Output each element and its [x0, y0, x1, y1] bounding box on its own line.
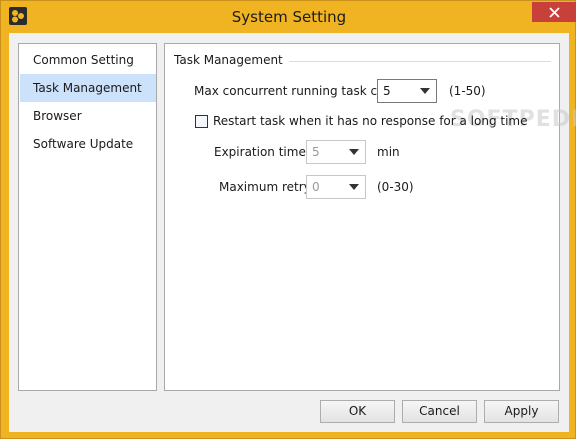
close-icon: [549, 6, 560, 18]
expiration-dropdown[interactable]: 5: [306, 140, 366, 164]
title-bar[interactable]: System Setting: [1, 1, 576, 33]
settings-category-list: Common Setting Task Management Browser S…: [18, 43, 157, 391]
expiration-unit: min: [377, 145, 400, 159]
close-button[interactable]: [532, 2, 576, 22]
chevron-down-icon: [349, 184, 359, 190]
ok-button[interactable]: OK: [320, 400, 395, 423]
max-concurrent-dropdown[interactable]: 5: [377, 79, 437, 103]
dialog-body: Common Setting Task Management Browser S…: [9, 33, 576, 432]
cancel-button[interactable]: Cancel: [402, 400, 477, 423]
nav-item-browser[interactable]: Browser: [20, 102, 156, 130]
max-retry-dropdown[interactable]: 0: [306, 175, 366, 199]
max-retry-range: (0-30): [377, 180, 414, 194]
max-concurrent-value: 5: [383, 84, 391, 98]
expiration-label: Expiration times:: [214, 145, 317, 159]
nav-item-task-management[interactable]: Task Management: [20, 74, 156, 102]
restart-task-label[interactable]: Restart task when it has no response for…: [213, 114, 528, 128]
nav-item-software-update[interactable]: Software Update: [20, 130, 156, 158]
restart-task-checkbox[interactable]: [195, 115, 208, 128]
chevron-down-icon: [420, 88, 430, 94]
window-title: System Setting: [231, 8, 347, 26]
group-title: Task Management: [174, 53, 289, 67]
max-retry-label: Maximum retry:: [219, 180, 314, 194]
group-divider: [265, 61, 551, 62]
max-concurrent-range: (1-50): [449, 84, 486, 98]
chevron-down-icon: [349, 149, 359, 155]
expiration-value: 5: [312, 145, 320, 159]
nav-item-common-setting[interactable]: Common Setting: [20, 46, 156, 74]
task-management-panel: Task Management Max concurrent running t…: [164, 43, 576, 391]
apply-button[interactable]: Apply: [484, 400, 559, 423]
max-retry-value: 0: [312, 180, 320, 194]
system-setting-window: System Setting Common Setting Task Manag…: [0, 0, 576, 439]
